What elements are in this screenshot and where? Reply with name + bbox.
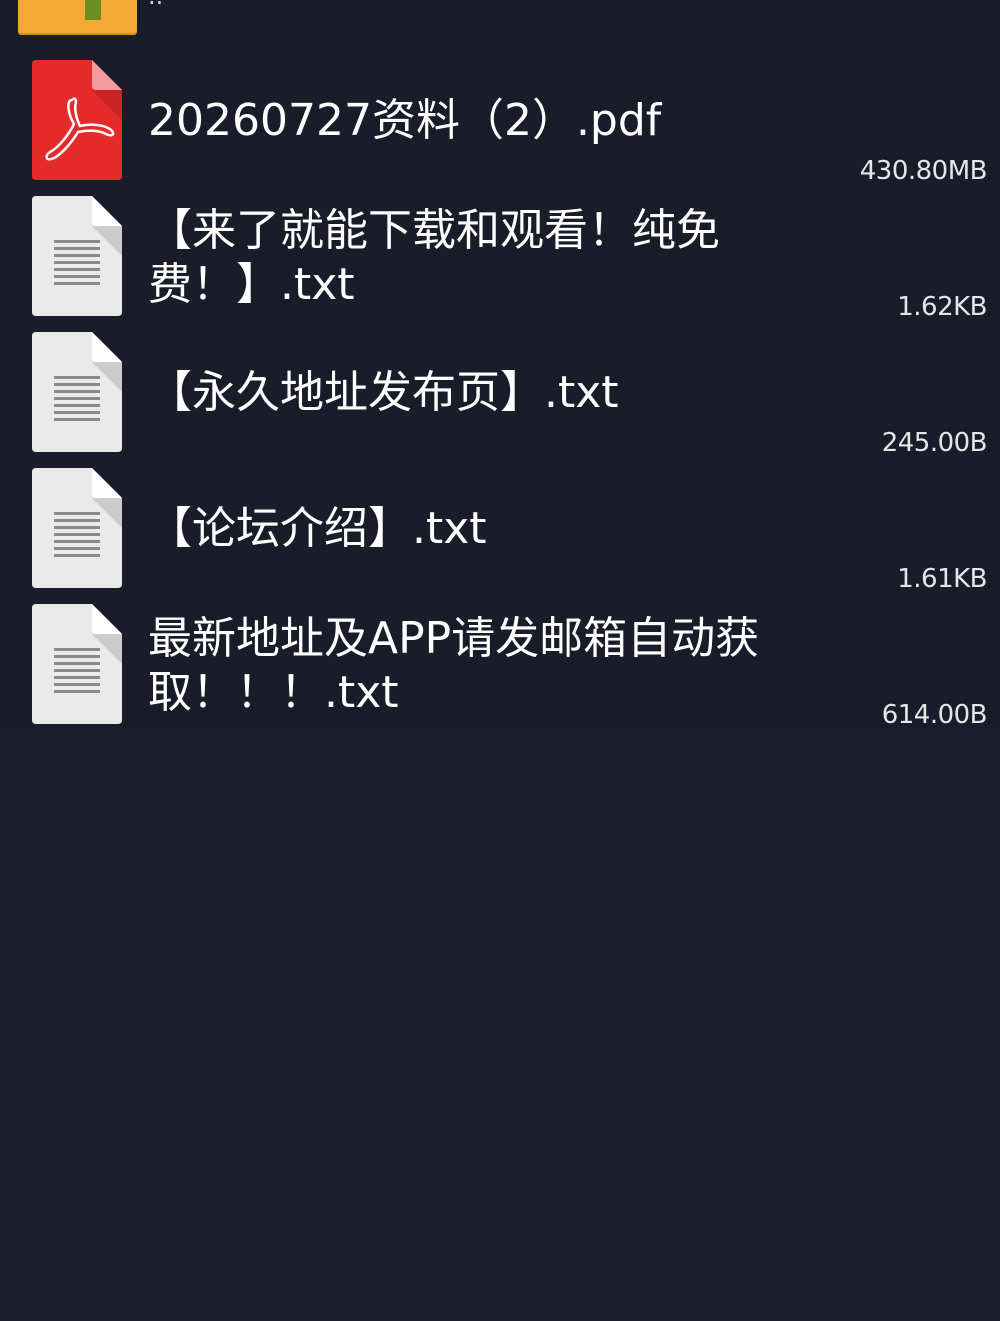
file-name: 最新地址及APP请发邮箱自动获取！！！.txt xyxy=(148,613,760,718)
file-name: 【论坛介绍】.txt xyxy=(148,503,487,554)
file-size: 430.80MB xyxy=(859,156,988,186)
list-item[interactable]: 20260727资料（2）.pdf 430.80MB xyxy=(0,60,1000,196)
list-item[interactable]: 【论坛介绍】.txt 1.61KB xyxy=(0,468,1000,604)
list-item[interactable]: 最新地址及APP请发邮箱自动获取！！！.txt 614.00B xyxy=(0,604,1000,740)
file-size: 1.61KB xyxy=(897,564,987,594)
file-size: 245.00B xyxy=(881,428,988,458)
file-size: 614.00B xyxy=(881,700,988,730)
list-item-parent-folder[interactable]: .. xyxy=(0,0,1000,40)
file-name: 【永久地址发布页】.txt xyxy=(148,367,619,418)
text-file-icon xyxy=(32,604,122,724)
pdf-icon xyxy=(32,60,122,180)
folder-icon xyxy=(18,0,137,33)
text-file-icon xyxy=(32,332,122,452)
file-size: 1.62KB xyxy=(897,292,987,322)
list-item[interactable]: 【来了就能下载和观看！纯免费！】.txt 1.62KB xyxy=(0,196,1000,332)
file-name: 20260727资料（2）.pdf xyxy=(148,95,662,146)
text-file-icon xyxy=(32,468,122,588)
file-list: .. 20260727资料（2）.pdf 430.80MB xyxy=(0,0,1000,734)
list-item[interactable]: 【永久地址发布页】.txt 245.00B xyxy=(0,332,1000,468)
folder-name: .. xyxy=(148,0,163,10)
file-name: 【来了就能下载和观看！纯免费！】.txt xyxy=(148,205,720,310)
text-file-icon xyxy=(32,196,122,316)
